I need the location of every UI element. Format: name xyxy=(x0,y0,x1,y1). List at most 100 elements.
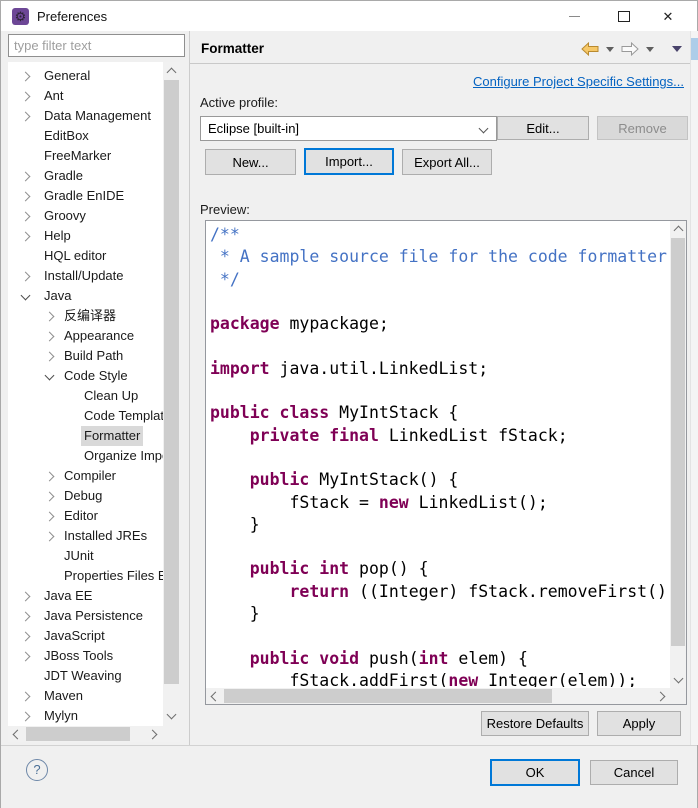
scroll-left-icon[interactable] xyxy=(13,730,23,740)
edit-button[interactable]: Edit... xyxy=(497,116,589,140)
tree-item-freemarker[interactable]: FreeMarker xyxy=(8,146,163,166)
tree-item-ant[interactable]: Ant xyxy=(8,86,163,106)
cancel-button[interactable]: Cancel xyxy=(590,760,678,785)
tree-item-formatter[interactable]: Formatter xyxy=(8,426,163,446)
chevron-right-icon[interactable] xyxy=(21,172,31,182)
back-arrow-icon[interactable] xyxy=(581,42,599,56)
back-history-dropdown-icon[interactable] xyxy=(606,47,614,52)
tree-item-maven[interactable]: Maven xyxy=(8,686,163,706)
chevron-right-icon[interactable] xyxy=(21,592,31,602)
tree-item-jdt-weaving[interactable]: JDT Weaving xyxy=(8,666,163,686)
scroll-left-icon[interactable] xyxy=(211,692,221,702)
tree-item-properties-files-ed[interactable]: Properties Files Ed xyxy=(8,566,163,586)
chevron-right-icon[interactable] xyxy=(21,692,31,702)
preview-hscroll-thumb[interactable] xyxy=(224,689,552,703)
tree-item-gradle-enide[interactable]: Gradle EnIDE xyxy=(8,186,163,206)
chevron-right-icon[interactable] xyxy=(45,352,55,362)
tree-item-editor[interactable]: Editor xyxy=(8,506,163,526)
chevron-right-icon[interactable] xyxy=(45,332,55,342)
scroll-down-icon[interactable] xyxy=(674,674,684,684)
import-button[interactable]: Import... xyxy=(304,148,394,175)
panel-scrollbar[interactable] xyxy=(690,31,698,745)
tree-vscroll-thumb[interactable] xyxy=(164,80,179,684)
tree-item-junit[interactable]: JUnit xyxy=(8,546,163,566)
restore-defaults-button[interactable]: Restore Defaults xyxy=(481,711,589,736)
tree-item-build-path[interactable]: Build Path xyxy=(8,346,163,366)
tree-item-java-ee[interactable]: Java EE xyxy=(8,586,163,606)
view-menu-icon[interactable] xyxy=(672,46,682,52)
chevron-right-icon[interactable] xyxy=(21,212,31,222)
chevron-right-icon[interactable] xyxy=(45,312,55,322)
chevron-down-icon[interactable] xyxy=(45,371,55,381)
tree-item-appearance[interactable]: Appearance xyxy=(8,326,163,346)
tree-item-clean-up[interactable]: Clean Up xyxy=(8,386,163,406)
preview-vertical-scrollbar[interactable] xyxy=(670,221,686,688)
tree-item-organize-impo[interactable]: Organize Impo xyxy=(8,446,163,466)
tree-item-mylyn[interactable]: Mylyn xyxy=(8,706,163,726)
tree-item-debug[interactable]: Debug xyxy=(8,486,163,506)
tree-item-install-update[interactable]: Install/Update xyxy=(8,266,163,286)
panel-scroll-thumb[interactable] xyxy=(691,38,698,60)
ok-button[interactable]: OK xyxy=(490,759,580,786)
chevron-right-icon[interactable] xyxy=(21,652,31,662)
minimize-button[interactable] xyxy=(557,1,591,31)
tree-item-general[interactable]: General xyxy=(8,66,163,86)
scroll-down-icon[interactable] xyxy=(167,710,177,720)
chevron-right-icon[interactable] xyxy=(45,492,55,502)
scroll-right-icon[interactable] xyxy=(148,730,158,740)
chevron-right-icon[interactable] xyxy=(21,612,31,622)
scroll-right-icon[interactable] xyxy=(656,692,666,702)
tree-item-compiler[interactable]: Compiler xyxy=(8,466,163,486)
chevron-right-icon[interactable] xyxy=(45,532,55,542)
chevron-right-icon[interactable] xyxy=(45,472,55,482)
help-icon[interactable]: ? xyxy=(26,759,48,781)
tree-vertical-scrollbar[interactable] xyxy=(163,62,180,726)
tree-item-help[interactable]: Help xyxy=(8,226,163,246)
chevron-right-icon[interactable] xyxy=(21,72,31,82)
tree-item-gradle[interactable]: Gradle xyxy=(8,166,163,186)
forward-arrow-icon[interactable] xyxy=(621,42,639,56)
tree-item-installed-jres[interactable]: Installed JREs xyxy=(8,526,163,546)
new-button[interactable]: New... xyxy=(205,149,296,175)
forward-history-dropdown-icon[interactable] xyxy=(646,47,654,52)
tree-item-label: JDT Weaving xyxy=(44,666,122,686)
tree-item-jboss-tools[interactable]: JBoss Tools xyxy=(8,646,163,666)
tree-item-code-style[interactable]: Code Style xyxy=(8,366,163,386)
tree-item-label: Ant xyxy=(44,86,64,106)
code-line: fStack = new LinkedList(); xyxy=(210,492,669,514)
maximize-button[interactable] xyxy=(607,1,641,31)
active-profile-select[interactable]: Eclipse [built-in] xyxy=(200,116,497,141)
chevron-right-icon[interactable] xyxy=(21,712,31,722)
chevron-right-icon[interactable] xyxy=(21,112,31,122)
filter-input[interactable] xyxy=(8,34,185,57)
tree-item-hql-editor[interactable]: HQL editor xyxy=(8,246,163,266)
tree-item-java[interactable]: Java xyxy=(8,286,163,306)
tree-item-javascript[interactable]: JavaScript xyxy=(8,626,163,646)
preview-horizontal-scrollbar[interactable] xyxy=(206,688,670,704)
tree-item-editbox[interactable]: EditBox xyxy=(8,126,163,146)
chevron-right-icon[interactable] xyxy=(21,232,31,242)
chevron-right-icon[interactable] xyxy=(21,192,31,202)
apply-button[interactable]: Apply xyxy=(597,711,681,736)
tree-item-data-management[interactable]: Data Management xyxy=(8,106,163,126)
tree-item-java-persistence[interactable]: Java Persistence xyxy=(8,606,163,626)
scroll-up-icon[interactable] xyxy=(167,68,177,78)
tree-horizontal-scrollbar[interactable] xyxy=(8,726,163,742)
close-button[interactable]: ✕ xyxy=(651,1,685,31)
export-all-button[interactable]: Export All... xyxy=(402,149,492,175)
tree-item-code-template[interactable]: Code Template xyxy=(8,406,163,426)
preview-vscroll-thumb[interactable] xyxy=(671,238,685,646)
chevron-right-icon[interactable] xyxy=(45,512,55,522)
code-line xyxy=(210,291,669,313)
configure-project-settings-link[interactable]: Configure Project Specific Settings... xyxy=(473,74,684,89)
tree-item-[interactable]: 反编译器 xyxy=(8,306,163,326)
chevron-right-icon[interactable] xyxy=(21,632,31,642)
chevron-right-icon[interactable] xyxy=(21,92,31,102)
tree-hscroll-thumb[interactable] xyxy=(26,727,130,741)
tree-item-groovy[interactable]: Groovy xyxy=(8,206,163,226)
chevron-right-icon[interactable] xyxy=(21,272,31,282)
remove-button[interactable]: Remove xyxy=(597,116,688,140)
code-editor[interactable]: /** * A sample source file for the code … xyxy=(210,224,669,687)
scroll-up-icon[interactable] xyxy=(674,226,684,236)
chevron-down-icon[interactable] xyxy=(21,291,31,301)
